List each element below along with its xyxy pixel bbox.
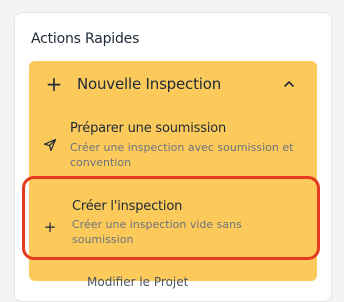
item-title: Créer l'inspection [72,199,183,214]
next-section-peek: Modifier le Projet [87,275,189,289]
quick-actions-panel: Actions Rapides + Nouvelle Inspection Pr… [14,12,332,302]
panel-title: Actions Rapides [31,31,140,47]
new-inspection-accordion: + Nouvelle Inspection Préparer une soumi… [29,61,317,281]
item-description: Créer une inspection vide sans soumissio… [72,218,242,246]
send-icon [43,138,57,152]
create-inspection-item[interactable]: + Créer l'inspection Créer une inspectio… [29,195,317,259]
accordion-title: Nouvelle Inspection [77,75,222,93]
chevron-up-icon[interactable] [283,79,295,89]
prepare-submission-item[interactable]: Préparer une soumission Créer une inspec… [29,115,317,175]
item-title: Préparer une soumission [70,121,227,136]
item-description: Créer une inspection avec soumission et … [70,141,294,169]
accordion-header[interactable]: + Nouvelle Inspection [29,61,317,109]
plus-icon: + [45,72,63,96]
plus-icon: + [43,218,57,236]
